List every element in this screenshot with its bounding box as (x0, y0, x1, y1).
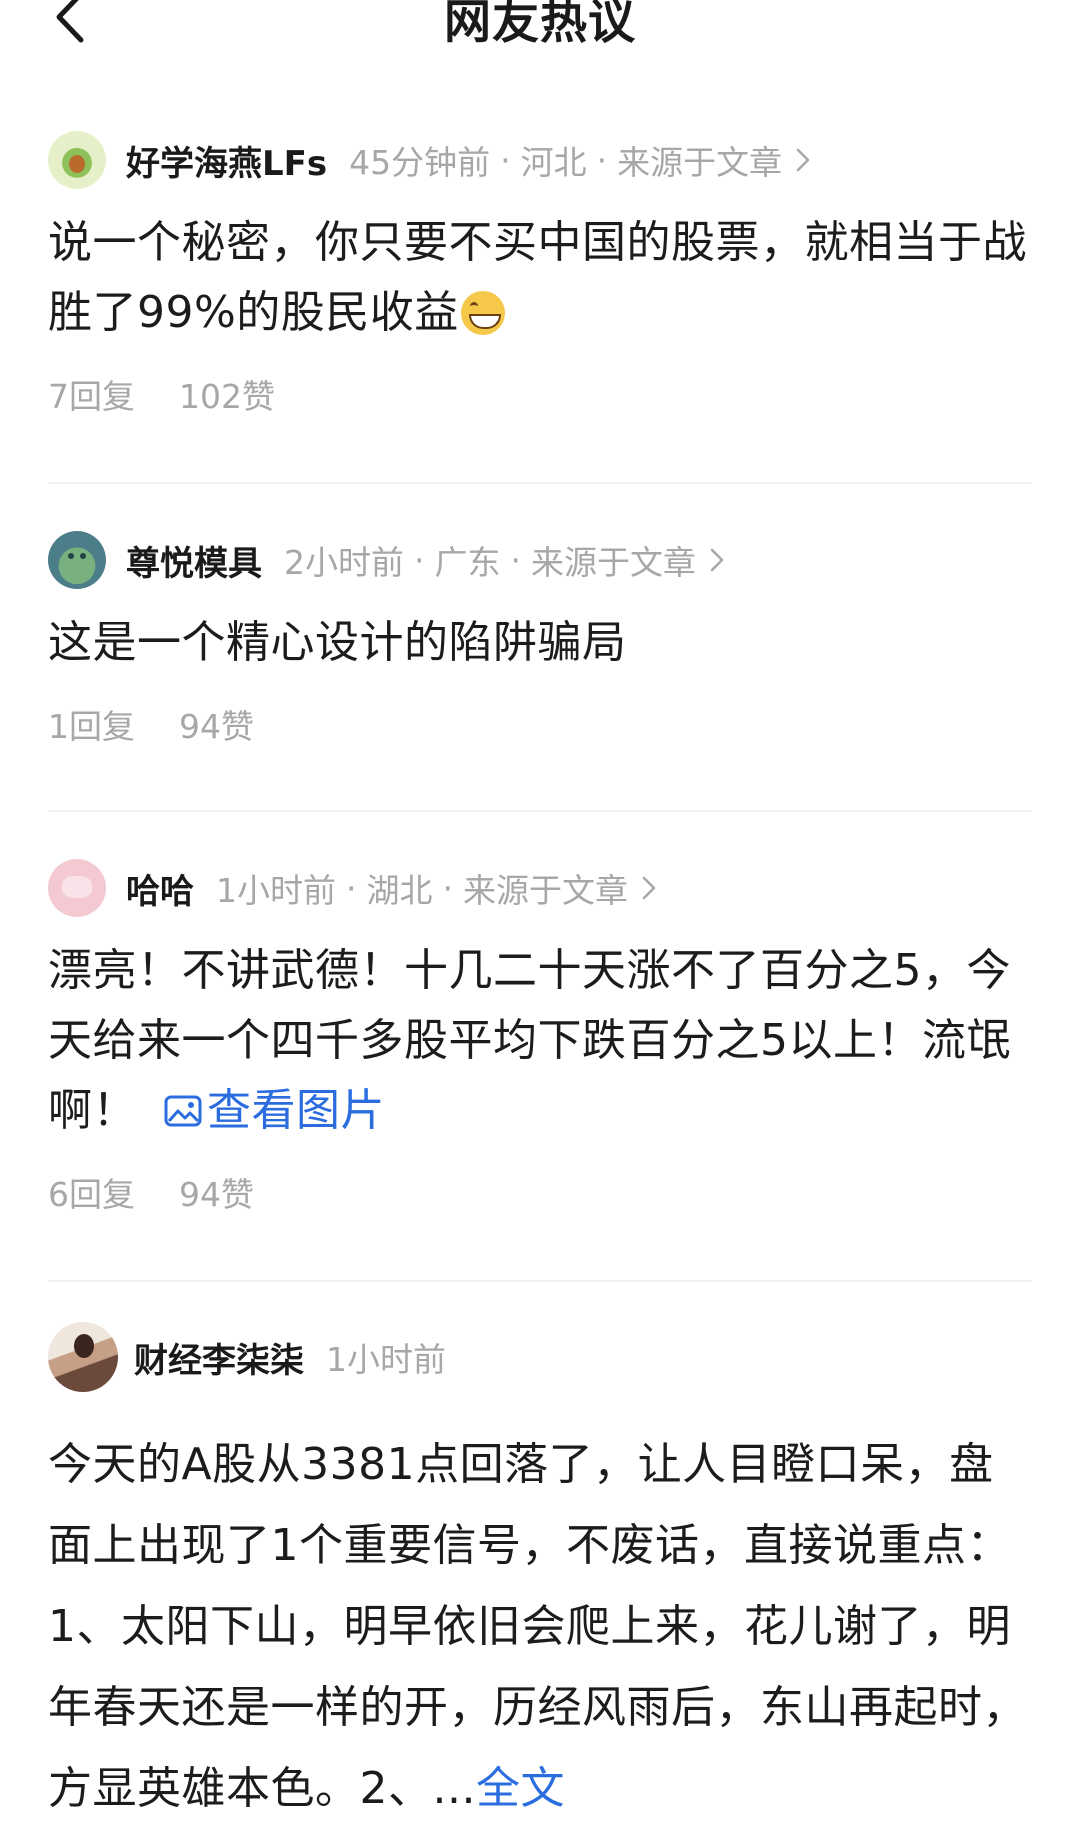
divider (48, 482, 1032, 484)
comment-header: 好学海燕LFs 45分钟前 · 河北 · 来源于文章 (48, 130, 1032, 190)
comment-source-link[interactable]: 来源于文章 (617, 136, 782, 184)
ellipsis: ... (432, 1763, 476, 1814)
comment-text: 今天的A股从3381点回落了，让人目瞪口呆，盘面上出现了1个重要信号，不废话，直… (48, 1424, 1032, 1829)
like-count-button[interactable]: 102赞 (179, 370, 275, 418)
author-name[interactable]: 财经李柒柒 (134, 1333, 304, 1382)
meta-separator: · (414, 540, 425, 580)
comment-stats: 1回复 94赞 (48, 700, 1032, 748)
like-count-button[interactable]: 94赞 (179, 1168, 254, 1216)
comment-time: 45分钟前 (349, 143, 491, 182)
comment-source-link[interactable]: 来源于文章 (531, 536, 696, 584)
comment-header: 财经李柒柒 1小时前 (48, 1320, 1032, 1394)
comment-location: 广东 (434, 543, 501, 582)
chevron-right-icon[interactable] (710, 547, 724, 573)
comment-item: 哈哈 1小时前 · 湖北 · 来源于文章 漂亮！不讲武德！十几二十天涨不了百分之… (48, 858, 1032, 1216)
chevron-right-icon[interactable] (796, 147, 810, 173)
like-count-button[interactable]: 94赞 (179, 700, 254, 748)
comment-location: 湖北 (366, 871, 433, 910)
comment-header: 尊悦模具 2小时前 · 广东 · 来源于文章 (48, 530, 1032, 590)
comment-time: 2小时前 (284, 543, 404, 582)
comment-meta: 1小时前 · 湖北 · 来源于文章 (216, 864, 656, 912)
full-text-link[interactable]: 全文 (476, 1763, 565, 1814)
avatar[interactable] (48, 131, 106, 189)
view-image-link[interactable]: 查看图片 (163, 1085, 385, 1136)
comment-item: 好学海燕LFs 45分钟前 · 河北 · 来源于文章 说一个秘密，你只要不买中国… (48, 130, 1032, 418)
comment-item: 尊悦模具 2小时前 · 广东 · 来源于文章 这是一个精心设计的陷阱骗局 1回复… (48, 530, 1032, 748)
reply-count-button[interactable]: 6回复 (48, 1168, 135, 1216)
avatar[interactable] (48, 1322, 118, 1392)
author-name[interactable]: 尊悦模具 (126, 536, 262, 585)
comment-time: 1小时前 (326, 1340, 446, 1379)
comment-text: 这是一个精心设计的陷阱骗局 (48, 617, 627, 668)
meta-separator: · (596, 140, 608, 180)
avatar[interactable] (48, 859, 106, 917)
meta-separator: · (510, 540, 522, 580)
page-title: 网友热议 (444, 0, 636, 50)
meta-separator: · (442, 868, 454, 908)
comment-text: 漂亮！不讲武德！十几二十天涨不了百分之5，今天给来一个四千多股平均下跌百分之5以… (48, 936, 1032, 1146)
comment-meta: 1小时前 (326, 1333, 446, 1381)
grinning-face-icon (460, 291, 505, 335)
comment-body: 说一个秘密，你只要不买中国的股票，就相当于战胜了99%的股民收益 (48, 217, 1027, 338)
comment-header: 哈哈 1小时前 · 湖北 · 来源于文章 (48, 858, 1032, 918)
comment-item: 财经李柒柒 1小时前 今天的A股从3381点回落了，让人目瞪口呆，盘面上出现了1… (48, 1320, 1032, 1829)
chevron-right-icon[interactable] (642, 875, 656, 901)
comment-stats: 6回复 94赞 (48, 1168, 1032, 1216)
comment-location: 河北 (520, 143, 587, 182)
comment-time: 1小时前 (216, 871, 336, 910)
reply-count-button[interactable]: 1回复 (48, 700, 135, 748)
comment-stats: 7回复 102赞 (48, 370, 1032, 418)
meta-separator: · (500, 140, 511, 180)
image-icon (164, 1095, 202, 1127)
reply-count-button[interactable]: 7回复 (48, 370, 135, 418)
comment-source-link[interactable]: 来源于文章 (463, 864, 628, 912)
avatar[interactable] (48, 531, 106, 589)
comment-meta: 45分钟前 · 河北 · 来源于文章 (349, 136, 810, 184)
comment-meta: 2小时前 · 广东 · 来源于文章 (284, 536, 724, 584)
top-bar: 网友热议 (0, 0, 1080, 50)
author-name[interactable]: 哈哈 (126, 864, 194, 913)
divider (48, 810, 1032, 812)
divider (48, 1280, 1032, 1282)
view-image-label: 查看图片 (207, 1085, 385, 1136)
meta-separator: · (346, 868, 357, 908)
comment-body: 今天的A股从3381点回落了，让人目瞪口呆，盘面上出现了1个重要信号，不废话，直… (48, 1439, 1027, 1814)
comment-text: 说一个秘密，你只要不买中国的股票，就相当于战胜了99%的股民收益 (48, 208, 1032, 348)
author-name[interactable]: 好学海燕LFs (126, 136, 327, 185)
